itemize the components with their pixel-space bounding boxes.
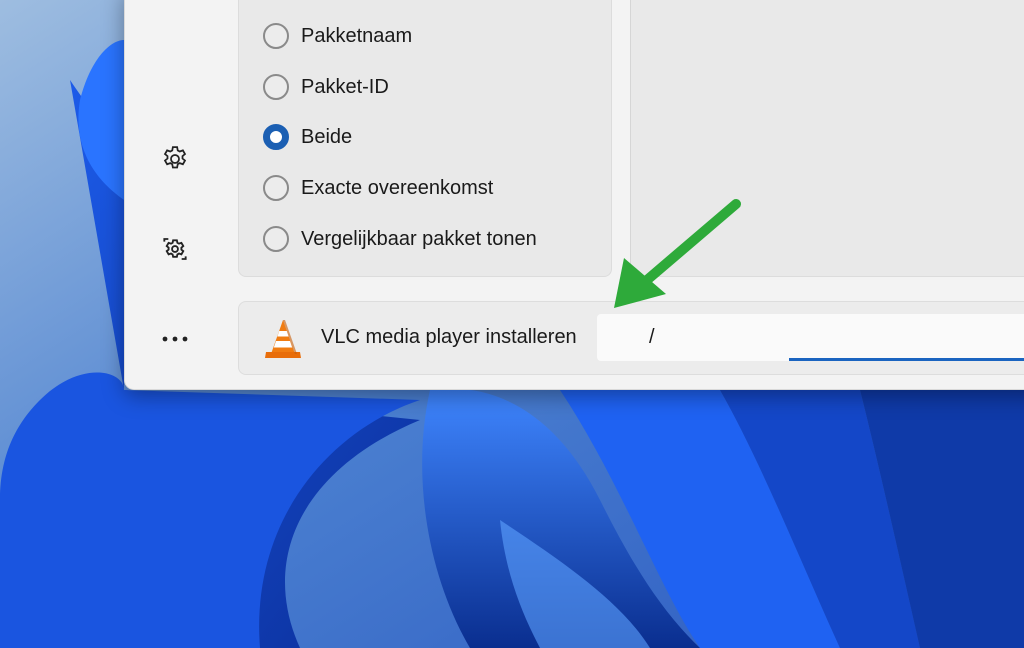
radio-label: Pakket-ID — [301, 75, 389, 98]
radio-option-beide[interactable]: Beide — [263, 121, 352, 153]
more-icon — [162, 336, 188, 342]
radio-button-selected[interactable] — [263, 124, 289, 150]
more-nav-button[interactable] — [153, 319, 197, 359]
progress-spinner-text: / — [649, 326, 655, 348]
radio-label: Exacte overeenkomst — [301, 176, 494, 199]
gear-icon — [163, 146, 187, 169]
settings-sync-nav-button[interactable] — [153, 229, 197, 269]
settings-sync-icon — [163, 238, 187, 260]
radio-button[interactable] — [263, 175, 289, 201]
radio-button[interactable] — [263, 23, 289, 49]
radio-label: Beide — [301, 125, 353, 148]
progress-bar — [789, 358, 1024, 361]
annotation-arrow — [614, 199, 741, 308]
radio-label: Pakketnaam — [301, 24, 413, 47]
vlc-cone-icon — [265, 320, 301, 358]
settings-nav-button[interactable] — [153, 139, 197, 179]
radio-option-pakket-id[interactable]: Pakket-ID — [263, 71, 389, 103]
radio-label: Vergelijkbaar pakket tonen — [301, 227, 537, 250]
progress-bar-fill — [789, 358, 1024, 361]
radio-button[interactable] — [263, 74, 289, 100]
radio-option-pakketnaam[interactable]: Pakketnaam — [263, 20, 412, 52]
progress-indicator: / — [597, 314, 1024, 361]
radio-button[interactable] — [263, 226, 289, 252]
app-window: Pakketnaam Pakket-ID Beide Exacte overee… — [124, 0, 1024, 390]
install-status-label: VLC media player installeren — [321, 326, 577, 348]
radio-option-exacte-overeenkomst[interactable]: Exacte overeenkomst — [263, 172, 493, 204]
radio-option-vergelijkbaar-pakket[interactable]: Vergelijkbaar pakket tonen — [263, 223, 537, 255]
search-options-panel: Pakketnaam Pakket-ID Beide Exacte overee… — [238, 0, 612, 277]
